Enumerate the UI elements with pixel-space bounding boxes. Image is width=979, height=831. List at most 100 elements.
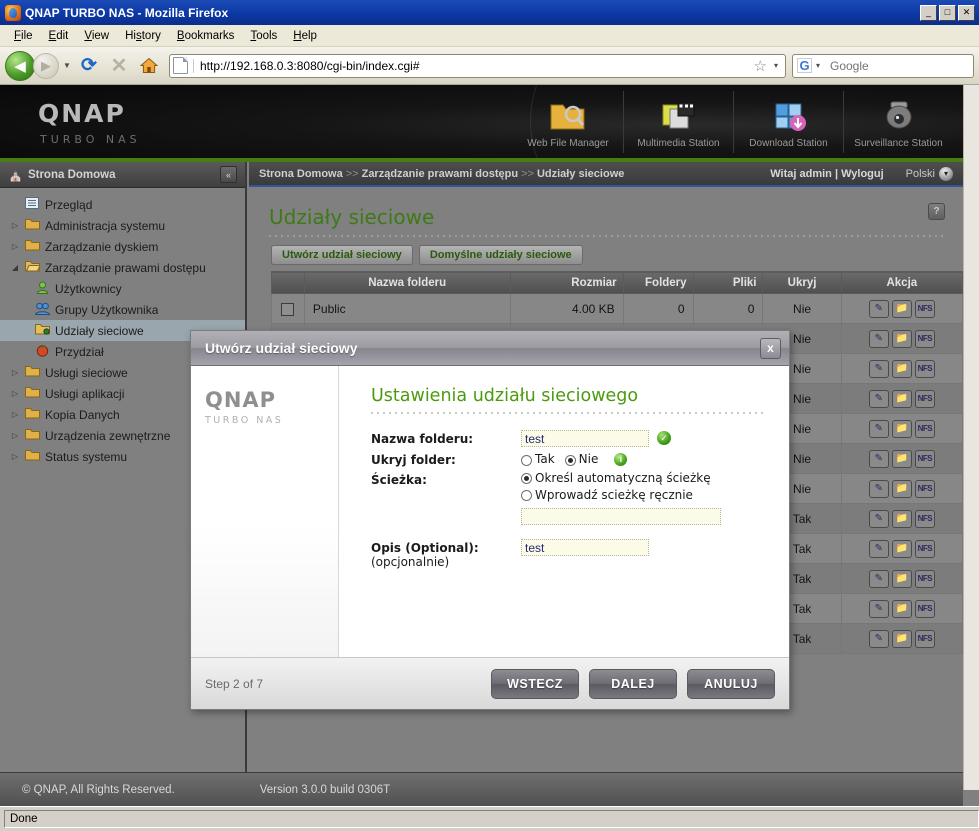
sidebar-collapse-button[interactable]: « bbox=[220, 166, 237, 183]
back-button[interactable]: WSTECZ bbox=[491, 668, 579, 699]
nfs-icon[interactable]: NFS bbox=[914, 359, 935, 378]
folder-perm-icon[interactable]: 📁 bbox=[891, 599, 912, 618]
help-icon[interactable]: ? bbox=[928, 203, 945, 220]
address-bar[interactable]: http://192.168.0.3:8080/cgi-bin/index.cg… bbox=[169, 53, 786, 78]
page-scrollbar[interactable] bbox=[963, 85, 979, 790]
edit-icon[interactable]: ✎ bbox=[868, 329, 889, 348]
nfs-icon[interactable]: NFS bbox=[914, 539, 935, 558]
description-input[interactable] bbox=[521, 539, 649, 556]
cancel-button[interactable]: ANULUJ bbox=[687, 668, 775, 699]
path-auto-option[interactable]: Określ automatyczną ścieżkę bbox=[521, 471, 721, 485]
info-icon[interactable]: i bbox=[614, 452, 628, 466]
expand-arrow-icon[interactable]: ▷ bbox=[8, 221, 22, 230]
nfs-icon[interactable]: NFS bbox=[914, 299, 935, 318]
edit-icon[interactable]: ✎ bbox=[868, 389, 889, 408]
minimize-button[interactable]: _ bbox=[920, 4, 937, 21]
edit-icon[interactable]: ✎ bbox=[868, 569, 889, 588]
address-dropdown-icon[interactable]: ▾ bbox=[770, 61, 782, 70]
create-share-button[interactable]: Utwórz udział sieciowy bbox=[271, 245, 413, 265]
folder-perm-icon[interactable]: 📁 bbox=[891, 389, 912, 408]
menu-item-edit[interactable]: Edit bbox=[41, 27, 77, 45]
edit-icon[interactable]: ✎ bbox=[868, 359, 889, 378]
stop-button[interactable]: ✕ bbox=[105, 52, 133, 80]
hide-yes-radio[interactable] bbox=[521, 454, 532, 466]
breadcrumb-item-network-shares[interactable]: Udziały sieciowe bbox=[537, 168, 624, 180]
menu-item-history[interactable]: History bbox=[117, 27, 169, 45]
edit-icon[interactable]: ✎ bbox=[868, 419, 889, 438]
nfs-icon[interactable]: NFS bbox=[914, 419, 935, 438]
expand-arrow-icon[interactable]: ▷ bbox=[8, 368, 22, 377]
nav-history-dropdown[interactable]: ▼ bbox=[61, 61, 73, 70]
folder-perm-icon[interactable]: 📁 bbox=[891, 329, 912, 348]
nfs-icon[interactable]: NFS bbox=[914, 599, 935, 618]
sidebar-item-administracja-systemu[interactable]: ▷ Administracja systemu bbox=[0, 215, 245, 236]
folder-perm-icon[interactable]: 📁 bbox=[891, 419, 912, 438]
bookmark-star-icon[interactable]: ☆ bbox=[751, 57, 770, 75]
nfs-icon[interactable]: NFS bbox=[914, 479, 935, 498]
maximize-button[interactable]: □ bbox=[939, 4, 956, 21]
welcome-logout[interactable]: Witaj admin | Wyloguj bbox=[770, 168, 883, 180]
edit-icon[interactable]: ✎ bbox=[868, 449, 889, 468]
folder-perm-icon[interactable]: 📁 bbox=[891, 569, 912, 588]
station-surveillance[interactable]: Surveillance Station bbox=[843, 91, 953, 153]
search-engine-dropdown-icon[interactable]: ▾ bbox=[812, 61, 824, 70]
nfs-icon[interactable]: NFS bbox=[914, 509, 935, 528]
url-text[interactable]: http://192.168.0.3:8080/cgi-bin/index.cg… bbox=[193, 58, 751, 73]
google-icon[interactable]: G bbox=[797, 58, 812, 73]
folder-perm-icon[interactable]: 📁 bbox=[891, 359, 912, 378]
menu-item-file[interactable]: FFileile bbox=[6, 27, 41, 45]
folder-perm-icon[interactable]: 📁 bbox=[891, 479, 912, 498]
path-manual-label[interactable]: Wprowadź scieżkę ręcznie bbox=[535, 488, 693, 502]
default-shares-button[interactable]: Domyślne udziały sieciowe bbox=[418, 245, 583, 265]
edit-icon[interactable]: ✎ bbox=[868, 539, 889, 558]
edit-icon[interactable]: ✎ bbox=[868, 509, 889, 528]
folder-perm-icon[interactable]: 📁 bbox=[891, 629, 912, 648]
language-selector[interactable]: Polski ▾ bbox=[906, 166, 953, 181]
breadcrumb-item-home[interactable]: Strona Domowa bbox=[259, 168, 343, 180]
path-auto-radio[interactable] bbox=[521, 473, 532, 484]
menu-item-tools[interactable]: Tools bbox=[242, 27, 285, 45]
folder-name-input[interactable] bbox=[521, 430, 649, 447]
sidebar-item-uzytkownicy[interactable]: Użytkownicy bbox=[0, 278, 245, 299]
nfs-icon[interactable]: NFS bbox=[914, 629, 935, 648]
edit-icon[interactable]: ✎ bbox=[868, 629, 889, 648]
nfs-icon[interactable]: NFS bbox=[914, 449, 935, 468]
path-manual-option[interactable]: Wprowadź scieżkę ręcznie bbox=[521, 488, 703, 502]
folder-perm-icon[interactable]: 📁 bbox=[891, 299, 912, 318]
reload-button[interactable]: ⟳ bbox=[75, 52, 103, 80]
station-download[interactable]: Download Station bbox=[733, 91, 843, 153]
expand-arrow-icon[interactable]: ▷ bbox=[8, 452, 22, 461]
edit-icon[interactable]: ✎ bbox=[868, 299, 889, 318]
folder-perm-icon[interactable]: 📁 bbox=[891, 509, 912, 528]
station-multimedia[interactable]: Multimedia Station bbox=[623, 91, 733, 153]
station-web-file-manager[interactable]: Web File Manager bbox=[513, 91, 623, 153]
hide-yes-label[interactable]: Tak bbox=[535, 452, 555, 466]
expand-arrow-icon[interactable]: ▷ bbox=[8, 431, 22, 440]
menu-item-bookmarks[interactable]: Bookmarks bbox=[169, 27, 243, 45]
path-manual-input[interactable] bbox=[521, 508, 721, 525]
expand-arrow-icon[interactable]: ▷ bbox=[8, 242, 22, 251]
sidebar-item-zarzadzanie-prawami-dostepu[interactable]: ◢ Zarządzanie prawami dostępu bbox=[0, 257, 245, 278]
row-checkbox[interactable] bbox=[281, 302, 295, 316]
dialog-close-button[interactable]: x bbox=[760, 337, 781, 359]
edit-icon[interactable]: ✎ bbox=[868, 599, 889, 618]
nfs-icon[interactable]: NFS bbox=[914, 569, 935, 588]
edit-icon[interactable]: ✎ bbox=[868, 479, 889, 498]
menu-item-help[interactable]: Help bbox=[285, 27, 325, 45]
folder-perm-icon[interactable]: 📁 bbox=[891, 539, 912, 558]
hide-no-label[interactable]: Nie bbox=[579, 452, 599, 466]
path-auto-label[interactable]: Określ automatyczną ścieżkę bbox=[535, 471, 711, 485]
sidebar-item-zarzadzanie-dyskiem[interactable]: ▷ Zarządzanie dyskiem bbox=[0, 236, 245, 257]
folder-perm-icon[interactable]: 📁 bbox=[891, 449, 912, 468]
sidebar-item-przeglad[interactable]: Przegląd bbox=[0, 194, 245, 215]
breadcrumb-item-access-rights[interactable]: Zarządzanie prawami dostępu bbox=[362, 168, 518, 180]
expand-arrow-icon[interactable]: ▷ bbox=[8, 389, 22, 398]
back-button[interactable]: ◀ bbox=[5, 50, 35, 81]
expand-arrow-icon[interactable]: ▷ bbox=[8, 410, 22, 419]
close-button[interactable]: ✕ bbox=[958, 4, 975, 21]
nfs-icon[interactable]: NFS bbox=[914, 329, 935, 348]
next-button[interactable]: DALEJ bbox=[589, 668, 677, 699]
forward-button[interactable]: ▶ bbox=[33, 52, 59, 79]
menu-item-view[interactable]: View bbox=[76, 27, 117, 45]
sidebar-item-grupy-uzytkownika[interactable]: Grupy Użytkownika bbox=[0, 299, 245, 320]
